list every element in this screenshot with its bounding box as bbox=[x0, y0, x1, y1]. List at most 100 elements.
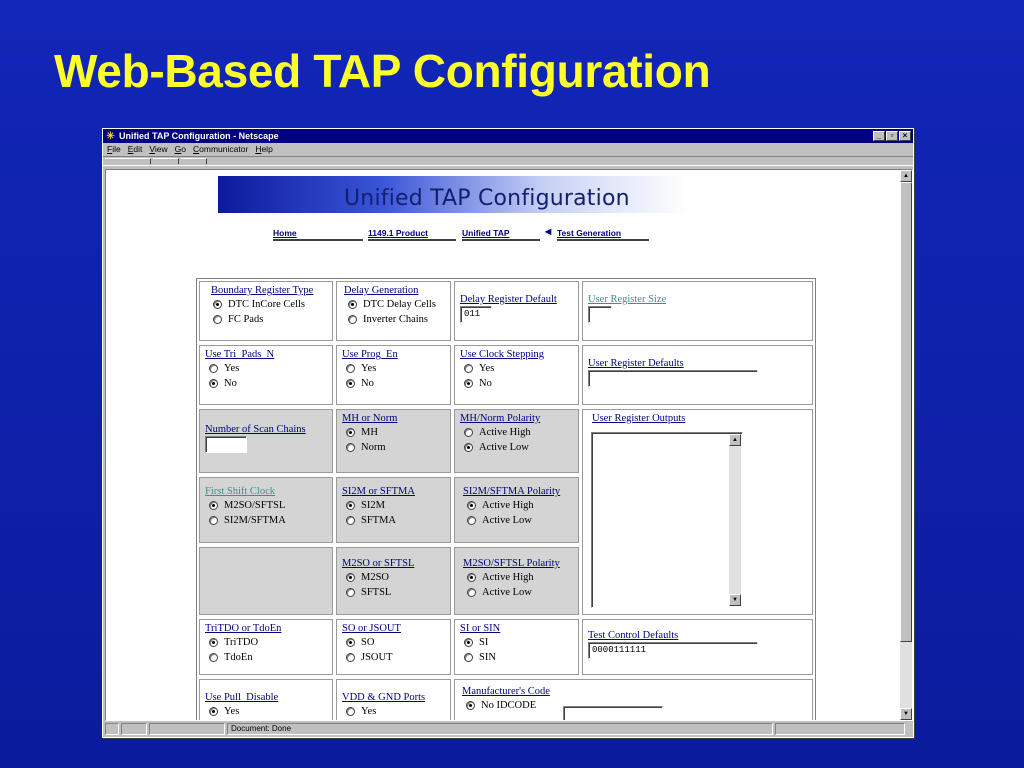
boundary-register-type-label[interactable]: Boundary Register Type bbox=[211, 285, 327, 296]
user-register-defaults-input[interactable] bbox=[588, 370, 758, 387]
radio-fc-pads[interactable] bbox=[213, 315, 222, 324]
user-register-outputs-label[interactable]: User Register Outputs bbox=[592, 413, 807, 424]
window-titlebar[interactable]: ✳ Unified TAP Configuration - Netscape _… bbox=[103, 129, 913, 143]
si2m-or-sftma-label[interactable]: SI2M or SFTMA bbox=[342, 486, 445, 497]
menu-edit[interactable]: Edit bbox=[128, 143, 143, 156]
first-shift-clock-label[interactable]: First Shift Clock bbox=[205, 486, 327, 497]
nav-test-generation[interactable]: Test Generation bbox=[557, 228, 649, 241]
scroll-thumb[interactable] bbox=[900, 182, 912, 642]
use-tri-pads-n-label[interactable]: Use Tri_Pads_N bbox=[205, 349, 327, 360]
user-register-size-input[interactable] bbox=[588, 306, 612, 323]
radio-tri-pads-no[interactable] bbox=[209, 379, 218, 388]
menu-help[interactable]: Help bbox=[255, 143, 272, 156]
radio-si2m-sftma[interactable] bbox=[209, 516, 218, 525]
nav-unified-tap[interactable]: Unified TAP bbox=[462, 228, 540, 241]
scroll-up-icon[interactable]: ▲ bbox=[729, 434, 741, 446]
radio-m2so-sftsl[interactable] bbox=[209, 501, 218, 510]
menu-go[interactable]: Go bbox=[175, 143, 186, 156]
si2m-sftma-polarity-label[interactable]: SI2M/SFTMA Polarity bbox=[463, 486, 573, 497]
radio-dtc-delay-cells[interactable] bbox=[348, 300, 357, 309]
mh-or-norm-label[interactable]: MH or Norm bbox=[342, 413, 445, 424]
vdd-gnd-ports-label[interactable]: VDD & GND Ports bbox=[342, 692, 445, 703]
radio-si2m-active-high[interactable] bbox=[467, 501, 476, 510]
use-clock-stepping-label[interactable]: Use Clock Stepping bbox=[460, 349, 573, 360]
cell-user-register-size: User Register Size bbox=[582, 281, 813, 341]
user-register-outputs-textarea[interactable]: ▲ ▼ bbox=[591, 432, 743, 608]
user-register-size-label[interactable]: User Register Size bbox=[588, 294, 807, 305]
minimize-button[interactable]: _ bbox=[873, 131, 885, 141]
radio-label: FC Pads bbox=[228, 314, 264, 325]
radio-jsout[interactable] bbox=[346, 653, 355, 662]
scroll-down-icon[interactable]: ▼ bbox=[900, 708, 912, 720]
radio-label: SO bbox=[361, 637, 375, 648]
delay-register-default-label[interactable]: Delay Register Default bbox=[460, 294, 573, 305]
radio-mh[interactable] bbox=[346, 428, 355, 437]
radio-tdoen[interactable] bbox=[209, 653, 218, 662]
user-register-defaults-label[interactable]: User Register Defaults bbox=[588, 358, 807, 369]
test-control-defaults-label[interactable]: Test Control Defaults bbox=[588, 630, 807, 641]
manufacturers-code-label[interactable]: Manufacturer's Code bbox=[462, 686, 807, 697]
radio-prog-en-yes[interactable] bbox=[346, 364, 355, 373]
cell-user-register-outputs: User Register Outputs ▲ ▼ bbox=[582, 409, 813, 615]
toolbar-tab[interactable] bbox=[153, 158, 179, 164]
radio-vdd-gnd-yes[interactable] bbox=[346, 707, 355, 716]
radio-si2m[interactable] bbox=[346, 501, 355, 510]
radio-pull-disable-yes[interactable] bbox=[209, 707, 218, 716]
component-bar[interactable] bbox=[775, 723, 905, 735]
radio-so[interactable] bbox=[346, 638, 355, 647]
nav-1149-product[interactable]: 1149.1 Product bbox=[368, 228, 456, 241]
textarea-scrollbar[interactable]: ▲ ▼ bbox=[729, 434, 741, 606]
radio-mh-active-high[interactable] bbox=[464, 428, 473, 437]
radio-norm[interactable] bbox=[346, 443, 355, 452]
maximize-button[interactable]: ▫ bbox=[886, 131, 898, 141]
radio-clock-stepping-yes[interactable] bbox=[464, 364, 473, 373]
si-or-sin-label[interactable]: SI or SIN bbox=[460, 623, 573, 634]
radio-mh-active-low[interactable] bbox=[464, 443, 473, 452]
scroll-up-icon[interactable]: ▲ bbox=[900, 170, 912, 182]
progress-bar bbox=[149, 723, 225, 735]
menu-file[interactable]: File bbox=[107, 143, 121, 156]
so-or-jsout-label[interactable]: SO or JSOUT bbox=[342, 623, 445, 634]
radio-sftsl[interactable] bbox=[346, 588, 355, 597]
radio-inverter-chains[interactable] bbox=[348, 315, 357, 324]
toolbar-tab[interactable] bbox=[105, 158, 151, 164]
security-lock-icon[interactable] bbox=[105, 723, 119, 735]
radio-tritdo[interactable] bbox=[209, 638, 218, 647]
toolbar-tab[interactable] bbox=[181, 158, 207, 164]
radio-m2so-active-low[interactable] bbox=[467, 588, 476, 597]
delay-register-default-input[interactable]: 011 bbox=[460, 306, 492, 323]
manufacturers-code-input[interactable] bbox=[563, 706, 663, 720]
number-of-scan-chains-label[interactable]: Number of Scan Chains bbox=[205, 424, 327, 435]
cell-user-register-defaults: User Register Defaults bbox=[582, 345, 813, 405]
radio-sin[interactable] bbox=[464, 653, 473, 662]
radio-sftma[interactable] bbox=[346, 516, 355, 525]
radio-m2so[interactable] bbox=[346, 573, 355, 582]
use-prog-en-label[interactable]: Use Prog_En bbox=[342, 349, 445, 360]
tritdo-or-tdoen-label[interactable]: TriTDO or TdoEn bbox=[205, 623, 327, 634]
radio-m2so-active-high[interactable] bbox=[467, 573, 476, 582]
scroll-down-icon[interactable]: ▼ bbox=[729, 594, 741, 606]
radio-tri-pads-yes[interactable] bbox=[209, 364, 218, 373]
radio-no-idcode[interactable] bbox=[466, 701, 475, 710]
radio-dtc-incore-cells[interactable] bbox=[213, 300, 222, 309]
menu-communicator[interactable]: Communicator bbox=[193, 143, 248, 156]
close-button[interactable]: × bbox=[899, 131, 911, 141]
m2so-sftsl-polarity-label[interactable]: M2SO/SFTSL Polarity bbox=[463, 558, 573, 569]
nav-home[interactable]: Home bbox=[273, 228, 363, 241]
m2so-or-sftsl-label[interactable]: M2SO or SFTSL bbox=[342, 558, 445, 569]
radio-label: JSOUT bbox=[361, 652, 393, 663]
number-of-scan-chains-input[interactable] bbox=[205, 436, 247, 453]
delay-generation-label[interactable]: Delay Generation bbox=[344, 285, 445, 296]
radio-label: SFTMA bbox=[361, 515, 397, 526]
radio-label: SFTSL bbox=[361, 587, 392, 598]
mh-norm-polarity-label[interactable]: MH/Norm Polarity bbox=[460, 413, 573, 424]
radio-si[interactable] bbox=[464, 638, 473, 647]
cell-mh-or-norm: MH or Norm MH Norm bbox=[336, 409, 451, 473]
menu-view[interactable]: View bbox=[149, 143, 167, 156]
test-control-defaults-input[interactable]: 0000111111 bbox=[588, 642, 758, 659]
page-scrollbar[interactable]: ▲ ▼ bbox=[900, 170, 912, 720]
use-pull-disable-label[interactable]: Use Pull_Disable bbox=[205, 692, 327, 703]
radio-prog-en-no[interactable] bbox=[346, 379, 355, 388]
radio-si2m-active-low[interactable] bbox=[467, 516, 476, 525]
radio-clock-stepping-no[interactable] bbox=[464, 379, 473, 388]
